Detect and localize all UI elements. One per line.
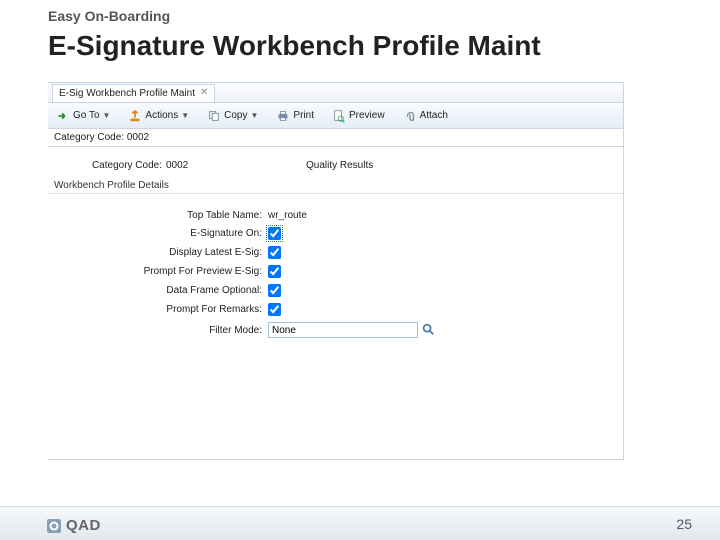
actions-button[interactable]: Actions ▼ xyxy=(124,107,193,125)
slide-title: E-Signature Workbench Profile Maint xyxy=(48,30,541,62)
copy-button[interactable]: Copy ▼ xyxy=(203,107,262,125)
goto-button[interactable]: Go To ▼ xyxy=(52,107,114,125)
top-table-name-value: wr_route xyxy=(268,210,307,221)
copy-label: Copy xyxy=(224,110,247,121)
tab-label: E-Sig Workbench Profile Maint xyxy=(59,88,195,99)
esignature-on-label: E-Signature On: xyxy=(108,228,268,239)
group-workbench-details: Workbench Profile Details xyxy=(48,178,623,194)
detail-form: Top Table Name: wr_route E-Signature On:… xyxy=(48,194,623,348)
data-frame-optional-checkbox[interactable] xyxy=(268,284,281,297)
filter-mode-label: Filter Mode: xyxy=(108,325,268,336)
preview-icon xyxy=(332,109,346,123)
print-button[interactable]: Print xyxy=(272,107,318,125)
summary-bar: Category Code: 0002 xyxy=(48,129,623,147)
chevron-down-icon: ▼ xyxy=(103,111,111,120)
toolbar: Go To ▼ Actions ▼ Copy ▼ xyxy=(48,103,623,129)
copy-icon xyxy=(207,109,221,123)
prompt-preview-esig-checkbox[interactable] xyxy=(268,265,281,278)
quality-results-label: Quality Results xyxy=(306,160,373,171)
prompt-remarks-label: Prompt For Remarks: xyxy=(108,304,268,315)
slide: Easy On-Boarding E-Signature Workbench P… xyxy=(0,0,720,540)
goto-icon xyxy=(56,109,70,123)
qad-logo-text: QAD xyxy=(66,517,101,534)
preview-button[interactable]: Preview xyxy=(328,107,389,125)
prompt-preview-esig-label: Prompt For Preview E-Sig: xyxy=(108,266,268,277)
esignature-on-checkbox[interactable] xyxy=(268,227,281,240)
category-code-label: Category Code: xyxy=(56,160,166,171)
summary-text: Category Code: 0002 xyxy=(54,132,149,143)
display-latest-esig-label: Display Latest E-Sig: xyxy=(108,247,268,258)
actions-label: Actions xyxy=(145,110,178,121)
preview-label: Preview xyxy=(349,110,385,121)
goto-label: Go To xyxy=(73,110,100,121)
qad-logo-icon xyxy=(46,518,62,534)
app-window: E-Sig Workbench Profile Maint ✕ Go To ▼ … xyxy=(48,82,624,460)
category-code-value: 0002 xyxy=(166,160,226,171)
attach-icon xyxy=(403,109,417,123)
display-latest-esig-checkbox[interactable] xyxy=(268,246,281,259)
attach-label: Attach xyxy=(420,110,448,121)
tab-esig-profile-maint[interactable]: E-Sig Workbench Profile Maint ✕ xyxy=(52,84,215,102)
print-label: Print xyxy=(293,110,314,121)
qad-logo: QAD xyxy=(46,517,101,534)
print-icon xyxy=(276,109,290,123)
top-table-name-label: Top Table Name: xyxy=(108,210,268,221)
chevron-down-icon: ▼ xyxy=(251,111,259,120)
actions-icon xyxy=(128,109,142,123)
filter-mode-lookup-button[interactable] xyxy=(420,322,436,338)
slide-subtitle: Easy On-Boarding xyxy=(48,8,170,24)
header-section: Category Code: 0002 Quality Results xyxy=(48,147,623,178)
page-number: 25 xyxy=(676,516,692,532)
prompt-remarks-checkbox[interactable] xyxy=(268,303,281,316)
attach-button[interactable]: Attach xyxy=(399,107,452,125)
slide-footer: QAD 25 xyxy=(0,506,720,540)
data-frame-optional-label: Data Frame Optional: xyxy=(108,285,268,296)
search-icon xyxy=(421,322,435,339)
chevron-down-icon: ▼ xyxy=(181,111,189,120)
close-icon[interactable]: ✕ xyxy=(200,88,208,98)
filter-mode-input[interactable] xyxy=(268,322,418,338)
tab-bar: E-Sig Workbench Profile Maint ✕ xyxy=(48,83,623,103)
